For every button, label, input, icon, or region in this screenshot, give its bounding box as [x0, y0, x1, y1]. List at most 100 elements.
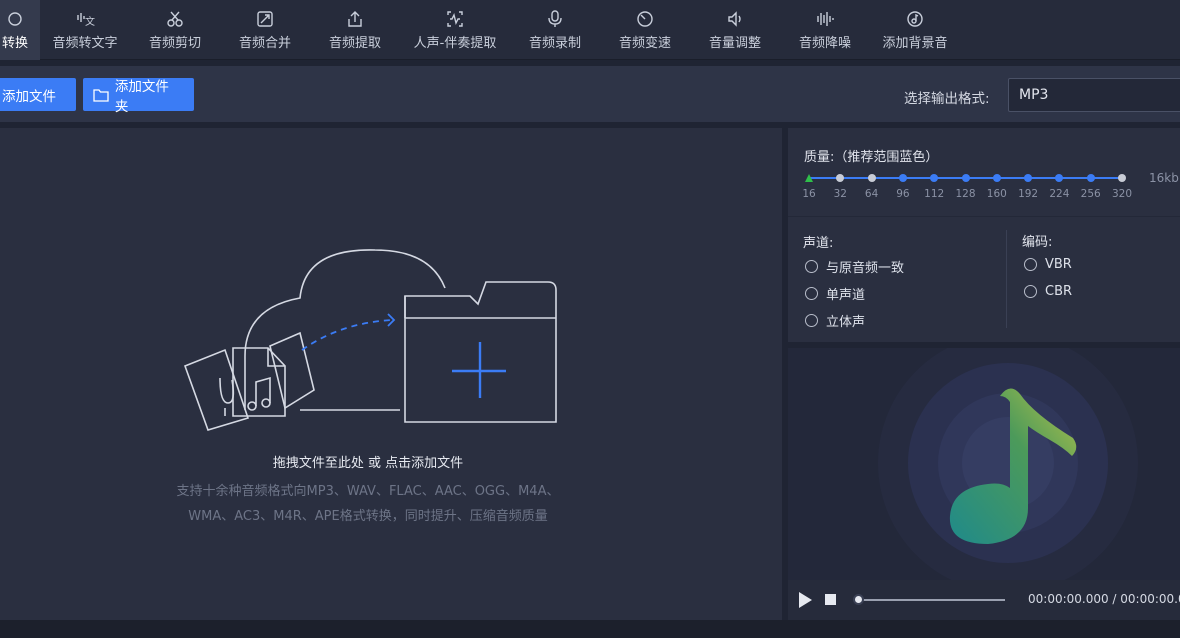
add-folder-label: 添加文件夹	[114, 78, 169, 115]
radio-label: 立体声	[826, 314, 866, 330]
quality-stop-160[interactable]	[992, 174, 1001, 182]
output-format-value: MP3	[1019, 87, 1049, 103]
quality-slider[interactable]: 16 32 64 96 112 128 160 192 224 256 320	[800, 170, 1140, 202]
nav-label: 音频转文字	[52, 36, 118, 51]
nav-label: 添加背景音	[882, 36, 948, 51]
drop-title: 拖拽文件至此处 或 点击添加文件	[272, 456, 464, 471]
channel-option-mono[interactable]: 单声道	[805, 285, 866, 303]
plus-icon	[452, 342, 506, 398]
merge-icon	[255, 9, 275, 29]
quality-stop-128[interactable]	[961, 174, 970, 182]
channel-label: 声道:	[803, 236, 834, 251]
nav-label: 音频提取	[328, 36, 381, 51]
quality-stop-256[interactable]	[1086, 174, 1095, 182]
top-nav: 转换 文 音频转文字 音频剪切 音频合并 音频提取 人声-伴奏提取 音频录制 音…	[0, 0, 1180, 60]
folder-icon	[93, 88, 109, 102]
vocal-separate-icon	[445, 9, 465, 29]
nav-label: 音频变速	[618, 36, 671, 51]
music-note-icon	[878, 348, 1138, 580]
quality-stop-96[interactable]	[898, 174, 907, 182]
cloud-outline	[244, 249, 446, 410]
nav-tab-extract[interactable]: 音频提取	[320, 0, 390, 60]
quality-tick-label: 64	[864, 188, 879, 200]
paper-center	[232, 347, 286, 417]
vertical-divider	[1006, 230, 1007, 328]
divider	[788, 216, 1180, 217]
drop-illustration	[183, 249, 557, 431]
nav-tab-vocal-separate[interactable]: 人声-伴奏提取	[403, 0, 507, 60]
bitrate-readout: 16kbi	[1149, 171, 1180, 185]
denoise-icon	[815, 9, 835, 29]
add-file-label: 添加文件	[2, 88, 56, 105]
quality-stop-192[interactable]	[1024, 174, 1033, 182]
quality-tick-label: 16	[802, 188, 816, 200]
time-readout: 00:00:00.000 / 00:00:00.000	[1028, 592, 1180, 606]
quality-stop-224[interactable]	[1055, 174, 1064, 182]
radio-label: 单声道	[826, 287, 866, 303]
speed-icon	[635, 9, 655, 29]
file-drop-area[interactable]	[0, 128, 782, 620]
nav-tab-convert[interactable]: 转换	[0, 0, 40, 60]
radio-circle	[805, 313, 818, 327]
paper-left	[183, 348, 250, 431]
radio-circle	[1024, 257, 1037, 271]
progress-slider[interactable]	[853, 594, 1007, 606]
microphone-icon	[545, 9, 565, 29]
add-folder-button[interactable]: 添加文件夹	[83, 78, 194, 115]
radio-label: CBR	[1045, 283, 1073, 299]
radio-label: VBR	[1045, 256, 1072, 272]
nav-label: 音频降噪	[798, 36, 851, 51]
quality-tick-label: 160	[986, 188, 1007, 200]
progress-track	[857, 599, 1005, 601]
nav-tab-denoise[interactable]: 音频降噪	[790, 0, 860, 60]
nav-tab-merge[interactable]: 音频合并	[230, 0, 300, 60]
encoding-option-cbr[interactable]: CBR	[1024, 283, 1072, 299]
radio-label: 与原音频一致	[826, 260, 905, 276]
nav-label: 转换	[1, 36, 28, 51]
quality-tick-label: 32	[833, 188, 847, 200]
quality-tick-label: 96	[896, 188, 910, 200]
stop-icon[interactable]	[825, 594, 836, 605]
nav-label: 音量调整	[708, 36, 761, 51]
nav-tab-volume[interactable]: 音量调整	[700, 0, 770, 60]
quality-tick-label: 112	[924, 188, 945, 200]
play-icon[interactable]	[797, 591, 813, 609]
quality-tick-label: 192	[1018, 188, 1039, 200]
audio-preview	[788, 348, 1180, 580]
nav-label: 音频录制	[528, 36, 581, 51]
progress-knob[interactable]	[853, 594, 864, 605]
dashed-arrow	[301, 319, 393, 351]
bottom-bar	[0, 620, 1180, 638]
mic-icon-small	[219, 377, 235, 416]
nav-tab-record[interactable]: 音频录制	[520, 0, 590, 60]
encoding-option-vbr[interactable]: VBR	[1024, 256, 1072, 272]
background-music-icon	[905, 9, 925, 29]
extract-icon	[345, 9, 365, 29]
output-format-select[interactable]: MP3	[1008, 78, 1180, 112]
quality-stop-320[interactable]	[1118, 174, 1126, 182]
volume-icon	[725, 9, 745, 29]
nav-tab-speed[interactable]: 音频变速	[610, 0, 680, 60]
paper-right	[269, 331, 315, 410]
radio-circle	[805, 259, 818, 273]
quality-stop-32[interactable]	[836, 174, 845, 182]
channel-option-original[interactable]: 与原音频一致	[805, 258, 905, 276]
convert-icon	[5, 9, 25, 29]
drop-desc-line2: WMA、AC3、M4R、APE格式转换，同时提升、压缩音频质量	[188, 509, 548, 524]
nav-label: 音频剪切	[148, 36, 201, 51]
quality-tick-label: 320	[1111, 188, 1133, 200]
add-file-button[interactable]: 添加文件	[0, 78, 76, 111]
quality-stop-112[interactable]	[930, 174, 939, 182]
quality-label: 质量:（推荐范围蓝色）	[804, 150, 939, 165]
output-format-label: 选择输出格式:	[904, 91, 990, 107]
quality-tick-label: 256	[1080, 188, 1101, 200]
nav-tab-speech-to-text[interactable]: 文 音频转文字	[45, 0, 125, 60]
nav-label: 人声-伴奏提取	[413, 36, 497, 51]
radio-circle	[1024, 284, 1037, 298]
nav-tab-background-music[interactable]: 添加背景音	[875, 0, 955, 60]
quality-stop-64[interactable]	[867, 174, 876, 182]
nav-tab-cut[interactable]: 音频剪切	[140, 0, 210, 60]
nav-label: 音频合并	[238, 36, 291, 51]
channel-option-stereo[interactable]: 立体声	[805, 312, 866, 330]
speech-to-text-icon: 文	[75, 9, 95, 29]
